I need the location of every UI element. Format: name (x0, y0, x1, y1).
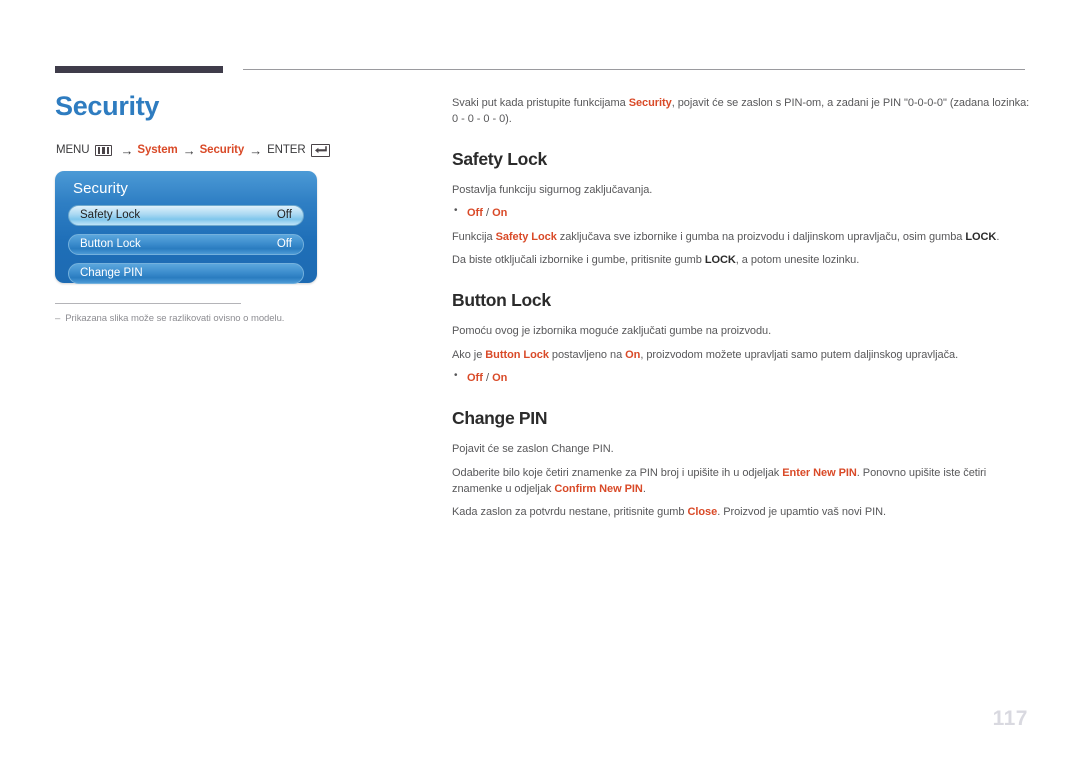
intro-part-1: Svaki put kada pristupite funkcijama (452, 97, 629, 109)
right-column: Svaki put kada pristupite funkcijama Sec… (452, 96, 1030, 521)
safety-lock-line-3-b: , a potom unesite lozinku. (735, 253, 860, 266)
intro-paragraph: Svaki put kada pristupite funkcijama Sec… (452, 96, 1030, 128)
osd-menu-panel: Security Safety Lock Off Button Lock Off… (55, 170, 317, 284)
menu-path-step-security[interactable]: Security (200, 144, 245, 156)
safety-lock-line-2: Funkcija Safety Lock zaključava sve izbo… (452, 229, 1030, 245)
change-pin-line-3-b: . Proizvod je upamtio vaš novi PIN. (717, 506, 887, 519)
header-rule-thick (55, 66, 223, 73)
section-heading-safety-lock: Safety Lock (452, 148, 547, 169)
change-pin-highlight-confirm-new-pin: Confirm New PIN (554, 483, 643, 496)
arrow-icon-1: → (120, 142, 134, 158)
change-pin-line-1: Pojavit će se zaslon Change PIN. (452, 443, 614, 456)
section-change-pin: Change PIN Pojavit će se zaslon Change P… (452, 408, 1030, 520)
arrow-icon-3: → (249, 142, 263, 158)
section-heading-button-lock: Button Lock (452, 290, 551, 311)
footnote-text: Prikazana slika može se razlikovati ovis… (65, 312, 285, 324)
menu-path-menu-label: MENU (56, 144, 90, 157)
button-lock-options-bullet: Off / On (452, 369, 1030, 386)
option-on: On (492, 371, 508, 384)
osd-row-safety-lock[interactable]: Safety Lock Off (68, 204, 304, 226)
osd-row-label: Change PIN (80, 267, 143, 280)
section-button-lock: Button Lock Pomoću ovog je izbornika mog… (452, 290, 1030, 386)
arrow-icon-2: → (182, 142, 196, 158)
safety-lock-options-bullet: Off / On (452, 204, 1030, 221)
footnote: – Prikazana slika može se razlikovati ovi… (55, 302, 291, 324)
change-pin-line-3-a: Kada zaslon za potvrdu nestane, pritisni… (452, 506, 688, 519)
osd-row-value: Off (276, 209, 292, 222)
safety-lock-highlight: Safety Lock (495, 230, 557, 243)
change-pin-highlight-close: Close (687, 506, 718, 519)
safety-lock-line-3: Da biste otključali izbornike i gumbe, p… (452, 252, 1030, 268)
safety-lock-line-1: Postavlja funkciju sigurnog zaključavanj… (452, 184, 653, 197)
page-number: 117 (992, 707, 1028, 730)
menu-path-step-system[interactable]: System (137, 144, 177, 156)
button-lock-highlight-1: Button Lock (485, 348, 549, 361)
safety-lock-line-2-a: Funkcija (452, 230, 496, 243)
osd-row-button-lock[interactable]: Button Lock Off (68, 233, 304, 255)
section-safety-lock: Safety Lock Postavlja funkciju sigurnog … (452, 148, 1030, 268)
menu-bars-icon (95, 144, 113, 156)
change-pin-line-2: Odaberite bilo koje četiri znamenke za P… (452, 465, 1030, 498)
change-pin-highlight-enter-new-pin: Enter New PIN (782, 466, 857, 479)
section-heading-change-pin: Change PIN (452, 408, 548, 429)
osd-row-value: Off (276, 238, 292, 251)
safety-lock-line-2-bold: LOCK (965, 230, 997, 243)
menu-path-enter-label: ENTER (267, 144, 306, 157)
button-lock-highlight-2: On (625, 348, 641, 361)
safety-lock-line-3-bold: LOCK (704, 253, 736, 266)
osd-row-label: Button Lock (80, 238, 141, 251)
page-title: Security (55, 91, 160, 121)
option-on: On (492, 207, 508, 220)
option-off: Off (467, 207, 483, 220)
safety-lock-line-2-c: . (996, 230, 1000, 243)
intro-highlight-security: Security (628, 97, 672, 109)
safety-lock-line-2-b: zaključava sve izbornike i gumba na proi… (556, 230, 966, 243)
footnote-divider (55, 302, 241, 304)
left-column: Security MENU → System → Security → ENTE… (55, 91, 425, 324)
footnote-dash: – (55, 312, 61, 324)
change-pin-line-2-a: Odaberite bilo koje četiri znamenke za P… (452, 466, 783, 479)
button-lock-line-2-a: Ako je (452, 348, 486, 361)
button-lock-line-2-b: postavljeno na (548, 348, 626, 361)
change-pin-line-3: Kada zaslon za potvrdu nestane, pritisni… (452, 504, 1030, 520)
button-lock-line-2: Ako je Button Lock postavljeno na On, pr… (452, 347, 1030, 363)
button-lock-line-2-c: , proizvodom možete upravljati samo pute… (640, 348, 959, 361)
osd-row-label: Safety Lock (80, 209, 141, 222)
change-pin-line-2-c: . (642, 483, 646, 496)
menu-path-breadcrumb: MENU → System → Security → ENTER (55, 142, 425, 158)
button-lock-line-1: Pomoću ovog je izbornika moguće zaključa… (452, 325, 772, 338)
osd-menu-title: Security (73, 179, 128, 197)
header-rule-thin (243, 69, 1025, 70)
header-rules (55, 65, 1025, 75)
osd-menu-rows: Safety Lock Off Button Lock Off Change P… (68, 204, 304, 292)
footnote-text-row: – Prikazana slika može se razlikovati ovi… (55, 313, 291, 324)
safety-lock-line-3-a: Da biste otključali izbornike i gumbe, p… (452, 253, 705, 266)
option-separator: / (482, 207, 493, 220)
enter-key-icon (310, 143, 330, 157)
osd-row-change-pin[interactable]: Change PIN (68, 262, 304, 284)
option-separator: / (482, 371, 493, 384)
option-off: Off (467, 371, 483, 384)
